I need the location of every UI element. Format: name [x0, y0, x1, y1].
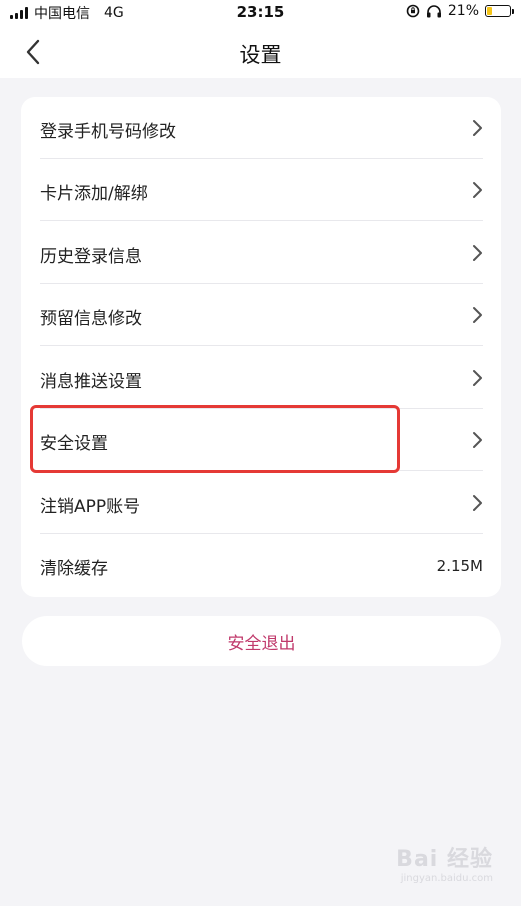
- divider: [40, 470, 483, 471]
- headphones-icon: [426, 5, 441, 18]
- logout-button[interactable]: 安全退出: [22, 616, 501, 666]
- menu-item-label: 卡片添加/解绑: [40, 184, 148, 204]
- settings-card: 登录手机号码修改 卡片添加/解绑 历史登录信息 预留信息修改 消息推送设置 安全…: [21, 97, 501, 597]
- rotation-lock-icon: [406, 4, 420, 18]
- menu-item-card-bind[interactable]: 卡片添加/解绑: [21, 159, 501, 221]
- battery-percent: 21%: [447, 3, 479, 19]
- divider: [40, 220, 483, 221]
- page-title: 设置: [239, 43, 282, 67]
- status-right: 21%: [406, 3, 514, 19]
- watermark: Bai 经验 jingyan.baidu.com: [396, 841, 493, 884]
- menu-item-label: 安全设置: [40, 434, 108, 454]
- cache-size-value: 2.15M: [436, 557, 483, 575]
- chevron-right-icon: [473, 120, 482, 136]
- chevron-right-icon: [473, 307, 482, 323]
- battery-level: [487, 7, 492, 15]
- menu-item-label: 预留信息修改: [40, 309, 142, 329]
- chevron-right-icon: [473, 370, 482, 386]
- menu-item-push-settings[interactable]: 消息推送设置: [21, 347, 501, 409]
- menu-item-cancel-account[interactable]: 注销APP账号: [21, 472, 501, 534]
- menu-item-clear-cache[interactable]: 清除缓存 2.15M: [21, 534, 501, 596]
- nav-bar: 设置: [0, 26, 521, 78]
- status-bar: 中国电信 4G 23:15 21%: [0, 0, 521, 26]
- divider: [40, 345, 483, 346]
- chevron-right-icon: [473, 495, 482, 511]
- chevron-right-icon: [473, 432, 482, 448]
- chevron-right-icon: [473, 245, 482, 261]
- watermark-logo: Bai 经验: [396, 847, 493, 872]
- menu-item-login-history[interactable]: 历史登录信息: [21, 222, 501, 284]
- menu-item-label: 登录手机号码修改: [40, 122, 176, 142]
- battery-icon: [485, 5, 514, 17]
- menu-item-security-settings[interactable]: 安全设置: [21, 409, 501, 471]
- menu-item-change-login-phone[interactable]: 登录手机号码修改: [21, 97, 501, 159]
- menu-item-reserved-info[interactable]: 预留信息修改: [21, 284, 501, 346]
- menu-item-label: 消息推送设置: [40, 372, 142, 392]
- watermark-url: jingyan.baidu.com: [400, 873, 493, 884]
- menu-item-label: 历史登录信息: [40, 247, 142, 267]
- chevron-right-icon: [473, 182, 482, 198]
- menu-item-label: 注销APP账号: [40, 497, 141, 517]
- menu-item-label: 清除缓存: [40, 559, 108, 579]
